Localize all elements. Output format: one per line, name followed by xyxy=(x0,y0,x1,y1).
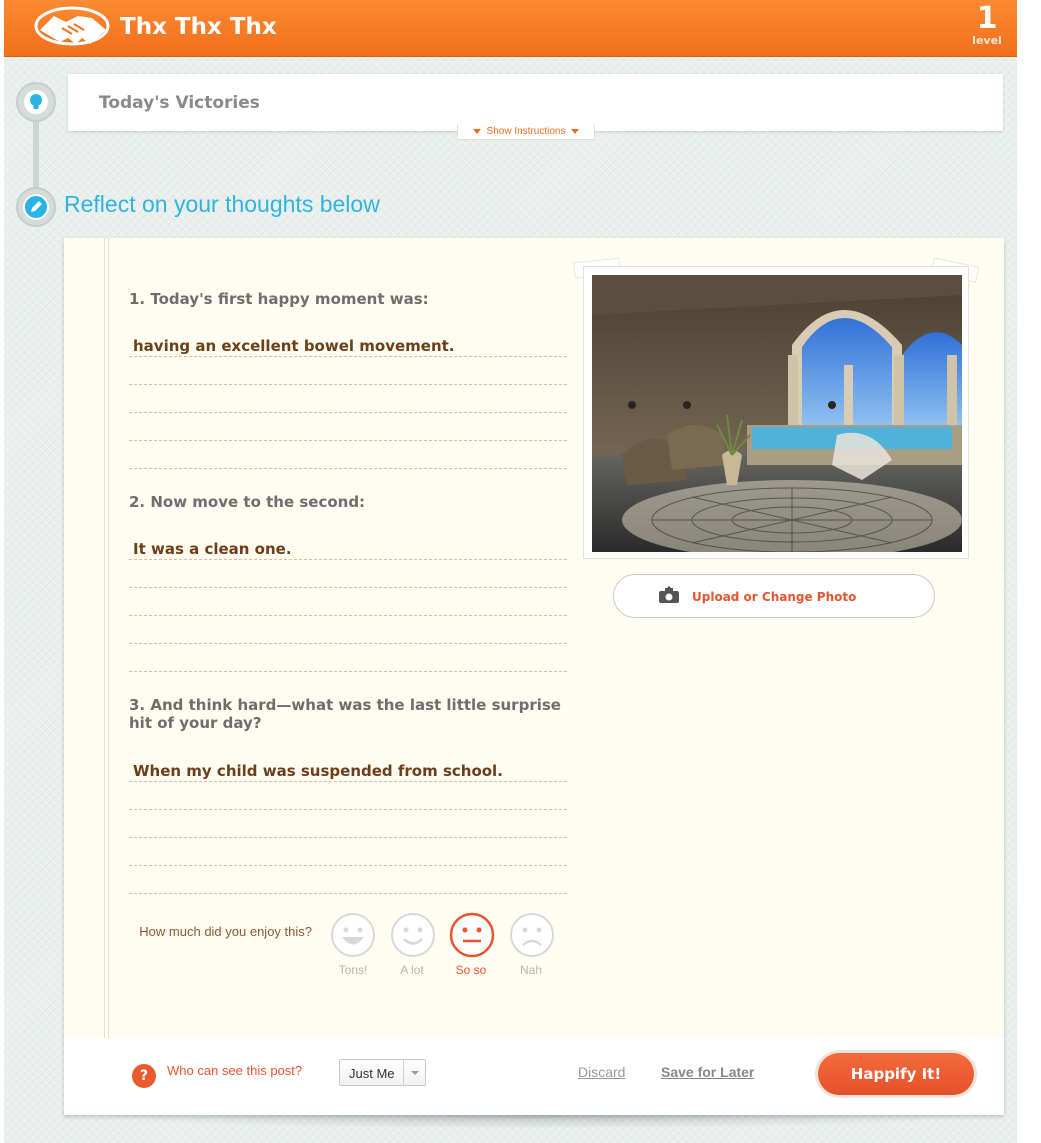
reflect-title: Reflect on your thoughts below xyxy=(64,191,380,217)
visibility-select[interactable]: Just Me xyxy=(339,1059,426,1086)
upload-photo-label: Upload or Change Photo xyxy=(692,590,857,604)
level-label: level xyxy=(972,34,1002,47)
level-indicator: 1 level xyxy=(967,3,1007,47)
happify-button-label: Happify It! xyxy=(818,1053,974,1095)
answer-line[interactable] xyxy=(129,588,567,616)
answer-line[interactable] xyxy=(129,385,567,413)
answer-line[interactable] xyxy=(129,532,567,560)
face-neutral-icon[interactable] xyxy=(449,912,495,958)
discard-link[interactable]: Discard xyxy=(578,1064,625,1080)
face-smile-icon[interactable] xyxy=(390,912,436,958)
answer-line[interactable] xyxy=(129,644,567,672)
app-header: Thx Thx Thx 1 level xyxy=(4,0,1017,57)
margin-line xyxy=(108,238,109,1038)
rating-option-tons[interactable]: Tons! xyxy=(323,963,383,977)
rating-option-a-lot[interactable]: A lot xyxy=(382,963,442,977)
form-footer: ? Who can see this post? Just Me Discard… xyxy=(64,1038,1004,1115)
answer-line[interactable] xyxy=(129,810,567,838)
lightbulb-icon xyxy=(30,94,42,109)
answer-line[interactable] xyxy=(129,616,567,644)
face-frown-icon[interactable] xyxy=(509,912,555,958)
enjoy-question: How much did you enjoy this? xyxy=(139,924,312,939)
rating-option-nah[interactable]: Nah xyxy=(501,963,561,977)
margin-line xyxy=(104,238,105,1038)
step-node-victories xyxy=(16,82,56,122)
victories-card: Today's Victories xyxy=(68,74,1003,131)
photo-frame xyxy=(583,266,969,559)
app-window: Thx Thx Thx 1 level Today's Victories Sh… xyxy=(4,0,1017,1143)
question-1-prompt: 1. Today's first happy moment was: xyxy=(129,290,429,308)
pencil-icon xyxy=(31,201,42,212)
show-instructions-toggle[interactable]: Show Instructions xyxy=(457,125,595,140)
answer-line[interactable] xyxy=(129,357,567,385)
step-node-reflect xyxy=(16,187,56,227)
face-laughing-icon[interactable] xyxy=(330,912,376,958)
reflection-form: 1. Today's first happy moment was: havin… xyxy=(64,238,1004,1115)
camera-icon xyxy=(659,586,679,603)
answer-line[interactable] xyxy=(129,754,567,782)
answer-line[interactable] xyxy=(129,838,567,866)
happify-button[interactable]: Happify It! xyxy=(815,1050,977,1098)
answer-line[interactable] xyxy=(129,866,567,894)
answer-line[interactable] xyxy=(129,560,567,588)
answer-line[interactable] xyxy=(129,413,567,441)
caret-down-icon xyxy=(472,128,481,134)
victories-title: Today's Victories xyxy=(99,93,260,113)
handshake-logo-icon xyxy=(34,6,110,46)
level-number: 1 xyxy=(976,1,998,36)
answer-line[interactable] xyxy=(129,329,567,357)
paper-shadow xyxy=(84,1115,984,1129)
question-3-prompt: 3. And think hard—what was the last litt… xyxy=(129,696,561,732)
answer-line[interactable] xyxy=(129,782,567,810)
upload-photo-button[interactable]: Upload or Change Photo xyxy=(613,574,935,618)
help-icon[interactable]: ? xyxy=(132,1064,156,1088)
chevron-down-icon xyxy=(403,1060,425,1085)
show-instructions-label: Show Instructions xyxy=(486,126,566,137)
app-title: Thx Thx Thx xyxy=(120,14,277,40)
uploaded-photo xyxy=(592,275,962,552)
question-2-prompt: 2. Now move to the second: xyxy=(129,493,366,511)
answer-line[interactable] xyxy=(129,441,567,469)
caret-down-icon xyxy=(571,128,580,134)
save-for-later-link[interactable]: Save for Later xyxy=(661,1064,754,1080)
visibility-label: Who can see this post? xyxy=(167,1063,303,1078)
visibility-value: Just Me xyxy=(349,1066,395,1081)
rating-option-so-so[interactable]: So so xyxy=(441,963,501,977)
